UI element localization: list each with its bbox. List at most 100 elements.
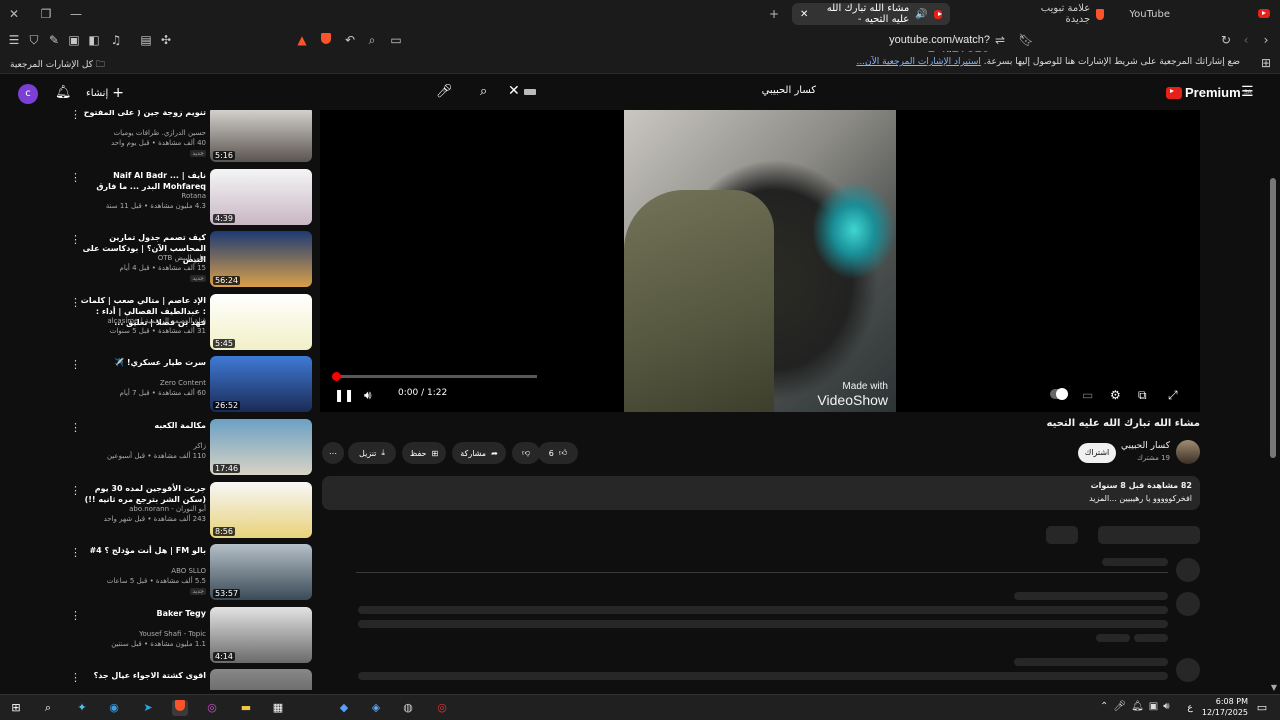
recommendation-title[interactable]: جربت الأفوجين لمده 30 يوم (سكن الشر بترج… [80,483,206,505]
app-icon[interactable]: ◈ [368,700,384,716]
recommendation-title[interactable]: بالو FM | هل أنت مؤدلج ؟ 4# [80,545,206,556]
input-language[interactable]: ع [1182,700,1198,716]
sidebar-icon[interactable]: ◧ [86,32,102,48]
recommendation-channel[interactable]: قناة العصمه الرسمية | alcasime [80,317,206,325]
video-player[interactable]: Made with VideoShow ❚❚ 🔊︎ 0:00 / 1:22 ▭ … [320,110,1200,412]
file-explorer-icon[interactable]: ▬ [238,700,254,716]
messenger-icon[interactable]: ◎ [204,700,220,716]
store-icon[interactable]: ▦ [270,700,286,716]
recommendation-title[interactable]: اقوى كشتة الاجواء عيال جد؟ [80,670,206,681]
taskbar-search-icon[interactable]: ⌕ [40,700,56,716]
recommendation-item[interactable]: ⋮ Baker Tegy Yousef Shafi - Topic 1.1 مليون… [60,606,312,665]
window-restore-icon[interactable]: ❐ [38,6,54,22]
save-button[interactable]: حفظ ⊞ [402,442,446,464]
recommendation-item[interactable]: ⋮ كيف تصمم جدول تمارين المحاسب الآن؟ | بو… [60,231,312,289]
recommendation-channel[interactable]: حسين الدرازي. ظرافات يوميات [80,129,206,137]
notification-center-icon[interactable]: ▭ [1254,700,1270,716]
video-frame[interactable]: Made with VideoShow [624,110,896,412]
download-button[interactable]: تنزيل ⤓ [348,442,396,464]
edge-icon[interactable]: ◉ [106,700,122,716]
forward-icon[interactable]: ‹ [1238,32,1254,48]
recommendation-channel[interactable]: ABO SLLO [80,567,206,575]
recommendation-title[interactable]: Baker Tegy [80,608,206,619]
wallet-icon[interactable]: ▤ [138,32,154,48]
telegram-icon[interactable]: ➤ [140,700,156,716]
picture-in-picture-icon[interactable]: ▭ [388,32,404,48]
address-bar[interactable]: youtube.com/watch?v=cEv1iiEAGZQ [820,32,990,62]
shield-settings-icon[interactable]: ⛉ [26,32,42,48]
video-thumbnail[interactable] [210,669,312,690]
brave-rewards-icon[interactable]: ▲ [294,32,310,48]
channel-avatar[interactable] [1176,440,1200,464]
brave-taskbar-icon[interactable] [172,700,188,716]
recommendation-title[interactable]: تنويم زوجة جين ( على المفتوح [80,110,206,118]
windows-start-icon[interactable]: ⊞ [8,700,24,716]
recommendation-channel[interactable]: Yousef Shafi - Topic [80,630,206,638]
autoplay-toggle[interactable] [1050,388,1068,400]
screenshot-icon[interactable]: ▣ [66,32,82,48]
recommendation-title[interactable]: سرت طيار عسكري! ✈️ [80,357,206,368]
recommendation-channel[interactable]: زاكر [80,442,206,450]
site-settings-icon[interactable]: ⇌ [992,32,1008,48]
notifications-bell-icon[interactable]: 🔔︎ [55,85,72,100]
copilot-icon[interactable]: ✦ [74,700,90,716]
subtitles-icon[interactable]: ▭ [1082,387,1093,403]
tab-close-icon[interactable]: ✕ [800,9,808,20]
share-button[interactable]: مشاركة ➦ [452,442,506,464]
progress-bar[interactable] [334,375,537,378]
fullscreen-icon[interactable]: ⤢ [1168,387,1178,403]
import-bookmarks-link[interactable]: استيراد الإشارات المرجعية الآن... [856,57,980,67]
recommendation-item[interactable]: ⋮ نايف | Naif Al Badr ... Mohfareq البدر … [60,168,312,227]
more-actions-button[interactable]: ⋯ [322,442,344,464]
volume-icon[interactable]: 🔊︎ [364,387,372,403]
theater-mode-icon[interactable]: ⧉ [1138,387,1147,403]
recommendation-item[interactable]: ⋮ بالو FM | هل أنت مؤدلج ؟ 4# ABO SLLO 5.5 … [60,544,312,602]
voice-search-mic-icon[interactable]: 🎤︎ [436,84,453,99]
page-scrollbar[interactable] [1270,178,1276,458]
reload-icon[interactable]: ↻ [1218,32,1234,48]
guide-menu-icon[interactable]: ☰ [1241,84,1254,100]
menu-icon[interactable]: ☰ [6,32,22,48]
keyboard-icon[interactable] [524,89,536,95]
recommendation-item[interactable]: ⋮ الإد عاصم | متالي صعب | كلمات : عبدالطي… [60,293,312,352]
new-tab-icon[interactable]: + [766,6,782,22]
apps-grid-icon[interactable]: ⊞ [1258,55,1274,71]
clear-search-icon[interactable]: ✕ [508,83,520,99]
brush-icon[interactable]: ✎ [46,32,62,48]
tab-new-tab[interactable]: علامة تبويب جديدة [1022,3,1112,25]
youtube-premium-logo[interactable]: Premium SA [1166,85,1252,100]
chrome-icon[interactable]: ◎ [434,700,450,716]
create-button[interactable]: إنشاء + [86,85,124,101]
taskbar-clock[interactable]: 6:08 PM 12/17/2025 [1198,696,1248,718]
pause-icon[interactable]: ❚❚ [334,387,354,403]
recommendation-item[interactable]: ⋮اقوى كشتة الاجواء عيال جد؟حسين الدرازي.… [60,669,312,690]
zoom-icon[interactable]: ⌕ [364,32,380,48]
tab-current-video[interactable]: 🔊 مشاء الله تبارك الله عليه التحيه - ✕ [792,3,950,25]
recommendation-channel[interactable]: على البيض OTB [80,254,206,262]
tab-search-icon[interactable] [1256,6,1272,22]
app-icon[interactable]: ◆ [336,700,352,716]
dislike-button[interactable]: 👎︎ [512,442,540,464]
recommendation-channel[interactable]: Zero Content [80,379,206,387]
tab-youtube[interactable]: YouTube [1118,3,1178,25]
subscribe-button[interactable]: اشتراك [1078,443,1116,463]
search-icon[interactable]: ⌕ [480,84,487,99]
window-minimize-icon[interactable]: — [68,6,84,22]
back-icon[interactable]: › [1258,32,1274,48]
channel-name[interactable]: كسار الحبيبي [1110,441,1170,451]
window-close-icon[interactable]: ✕ [6,6,22,22]
search-box[interactable]: ⌕ ✕ كسار الحبيبي [474,81,826,103]
obs-icon[interactable]: ◍ [400,700,416,716]
progress-scrubber[interactable] [332,372,342,381]
extensions-icon[interactable]: ✣ [158,32,174,48]
settings-gear-icon[interactable]: ⚙ [1110,387,1121,403]
description-box[interactable]: 82 مشاهدة قبل 8 سنوات افخركووووو يا رهيب… [322,476,1200,510]
recommendation-title[interactable]: نايف | Naif Al Badr ... Mohfareq البدر .… [80,170,206,192]
tab-audio-icon[interactable]: 🔊 [915,9,927,20]
avatar[interactable]: c [18,84,38,104]
like-button[interactable]: 6 👍︎ [538,442,578,464]
recommendation-item[interactable]: ⋮ مكالمة الكعبه زاكر 110 ألف مشاهدة • قبل أ… [60,419,312,477]
bookmark-icon[interactable]: 🔖︎ [1018,32,1034,48]
search-input[interactable]: كسار الحبيبي [762,85,816,96]
music-icon[interactable]: ♫ [108,32,124,48]
